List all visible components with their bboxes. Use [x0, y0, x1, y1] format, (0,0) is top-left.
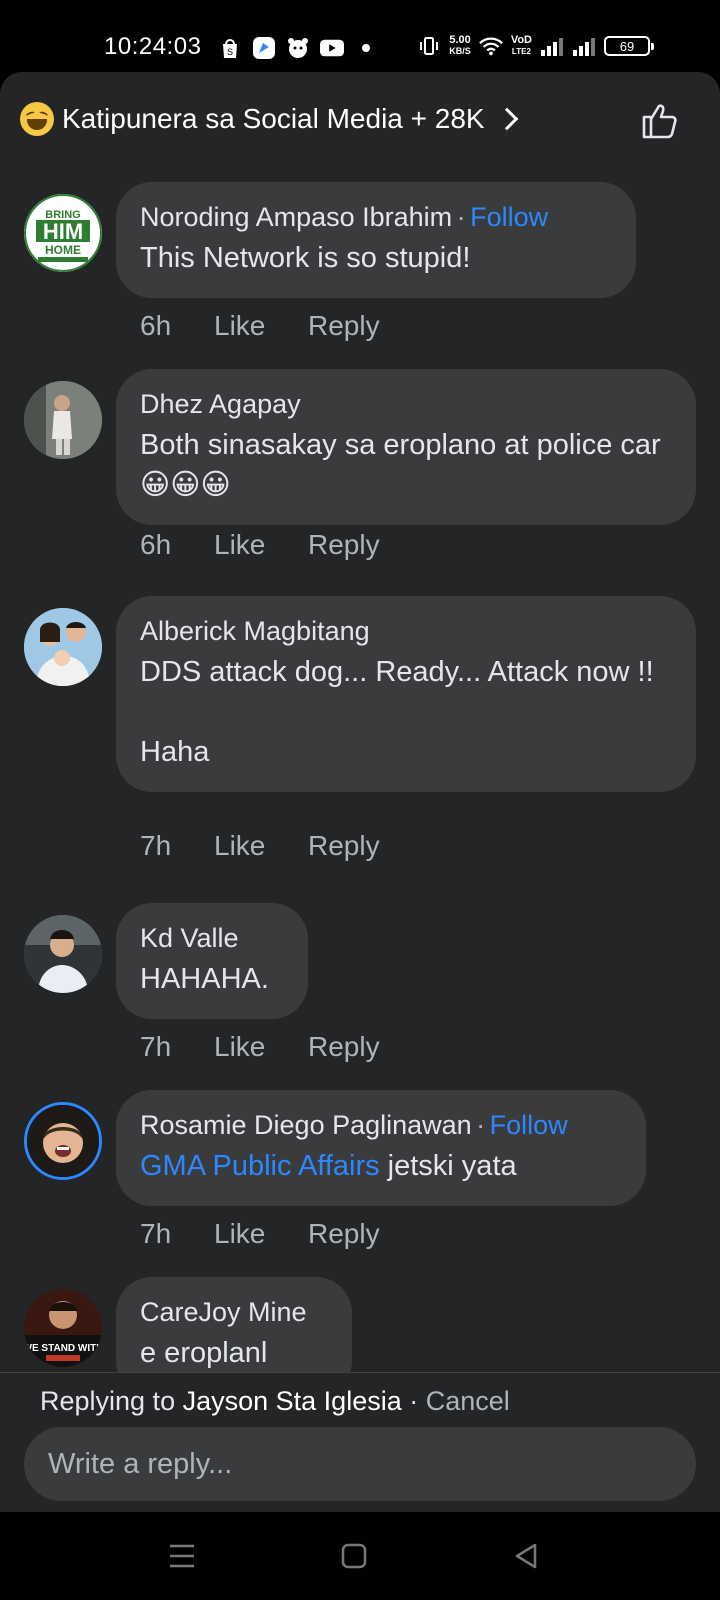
like-button[interactable]: Like	[214, 1031, 308, 1063]
menu-icon[interactable]	[164, 1538, 200, 1574]
avatar-text-home: HOME	[45, 243, 81, 257]
avatar[interactable]: BRING HIM HOME	[24, 194, 102, 272]
comment-text: GMA Public Affairs jetski yata	[140, 1150, 517, 1182]
vibrate-icon	[417, 34, 441, 58]
comment-author[interactable]: Noroding Ampaso Ibrahim	[140, 202, 452, 232]
shopee-icon: S	[218, 36, 242, 60]
youtube-icon	[320, 36, 344, 60]
comment-text: Both sinasakay sa eroplano at police car…	[140, 429, 661, 501]
avatar[interactable]	[24, 381, 102, 459]
separator-dot: ·	[456, 202, 466, 232]
comment-bubble[interactable]: Dhez Agapay Both sinasakay sa eroplano a…	[116, 369, 696, 525]
status-time: 10:24:03	[104, 33, 202, 60]
comment-bubble[interactable]: Noroding Ampaso Ibrahim · Follow This Ne…	[116, 182, 636, 298]
comment-time: 7h	[140, 1031, 172, 1062]
reply-button[interactable]: Reply	[308, 1218, 380, 1250]
comments-sheet: Katipunera sa Social Media + 28K BRING H…	[0, 72, 720, 1512]
comment-time: 6h	[140, 310, 172, 341]
comment-bubble[interactable]: Kd Valle HAHAHA.	[116, 903, 308, 1019]
comment-actions: 7h Like Reply	[140, 1218, 380, 1250]
reply-composer: Replying to Jayson Sta Iglesia · Cancel	[0, 1372, 720, 1512]
cancel-reply-button[interactable]: Cancel	[426, 1386, 510, 1416]
comment-text: DDS attack dog... Ready... Attack now !!…	[140, 656, 654, 768]
avatar[interactable]	[24, 1102, 102, 1180]
avatar-text-we-stand: WE STAND WITH	[24, 1343, 102, 1354]
like-button[interactable]: Like	[214, 310, 308, 342]
reactions-title: Katipunera sa Social Media + 28K	[62, 103, 485, 134]
comment-time: 6h	[140, 529, 172, 560]
avatar-text-him: HIM	[43, 219, 83, 244]
net-speed: 5.00 KB/S	[449, 34, 471, 57]
dot-icon	[354, 36, 378, 60]
reply-button[interactable]: Reply	[308, 1031, 380, 1063]
signal-icon	[540, 34, 564, 58]
reply-button[interactable]: Reply	[308, 529, 380, 561]
like-button[interactable]: Like	[214, 1218, 308, 1250]
comment-time: 7h	[140, 1218, 172, 1249]
like-button[interactable]: Like	[214, 830, 308, 862]
chevron-right-icon	[495, 107, 518, 131]
system-nav-bar	[0, 1512, 720, 1600]
avatar[interactable]: WE STAND WITH	[24, 1289, 102, 1367]
comment-author[interactable]: Dhez Agapay	[140, 389, 301, 419]
thumbs-up-outline-icon[interactable]	[638, 98, 682, 142]
comment-author[interactable]: Rosamie Diego Paglinawan	[140, 1110, 472, 1140]
network-type: VoD LTE2	[510, 34, 532, 57]
replying-to-label: Replying to Jayson Sta Iglesia · Cancel	[40, 1386, 510, 1416]
laughing-emoji-icon	[20, 102, 54, 136]
comment-bubble[interactable]: Rosamie Diego Paglinawan · Follow GMA Pu…	[116, 1090, 646, 1206]
comment-text: HAHAHA.	[140, 963, 269, 995]
separator-dot: ·	[476, 1110, 486, 1140]
comment-actions: 6h Like Reply	[140, 529, 380, 561]
follow-button[interactable]: Follow	[490, 1110, 568, 1140]
comment-text: This Network is so stupid!	[140, 242, 471, 274]
back-triangle-icon[interactable]	[508, 1538, 544, 1574]
svg-text:S: S	[227, 47, 233, 57]
pet-app-icon	[286, 36, 310, 60]
battery-icon: 69	[604, 36, 654, 56]
reply-button[interactable]: Reply	[308, 310, 380, 342]
wifi-icon	[478, 34, 503, 58]
home-square-icon[interactable]	[336, 1538, 372, 1574]
comment-time: 7h	[140, 830, 172, 861]
comment-actions: 7h Like Reply	[140, 1031, 380, 1063]
comment-bubble[interactable]: CareJoy Mine e eroplanl	[116, 1277, 352, 1372]
avatar[interactable]	[24, 915, 102, 993]
reply-input[interactable]	[24, 1427, 696, 1501]
signal-icon	[572, 34, 596, 58]
comment-author[interactable]: CareJoy Mine	[140, 1297, 307, 1327]
comment-list: BRING HIM HOME Noroding Ampaso Ibrahim ·…	[0, 172, 720, 1372]
mention-link[interactable]: GMA Public Affairs	[140, 1150, 380, 1182]
replying-to-name[interactable]: Jayson Sta Iglesia	[183, 1386, 402, 1416]
reply-button[interactable]: Reply	[308, 830, 380, 862]
comment-text: e eroplanl	[140, 1337, 268, 1369]
status-bar: 10:24:03 S 5.00 KB/S VoD LTE2 69	[0, 0, 720, 72]
comment-actions: 6h Like Reply	[140, 310, 380, 342]
reactions-summary[interactable]: Katipunera sa Social Media + 28K	[20, 102, 518, 136]
sheet-header: Katipunera sa Social Media + 28K	[0, 72, 720, 172]
comment-bubble[interactable]: Alberick Magbitang DDS attack dog... Rea…	[116, 596, 696, 792]
comment-author[interactable]: Kd Valle	[140, 923, 239, 953]
comment-author[interactable]: Alberick Magbitang	[140, 616, 370, 646]
browser-icon	[252, 36, 276, 60]
comment-actions: 7h Like Reply	[140, 830, 380, 862]
like-button[interactable]: Like	[214, 529, 308, 561]
follow-button[interactable]: Follow	[470, 202, 548, 232]
avatar[interactable]	[24, 608, 102, 686]
